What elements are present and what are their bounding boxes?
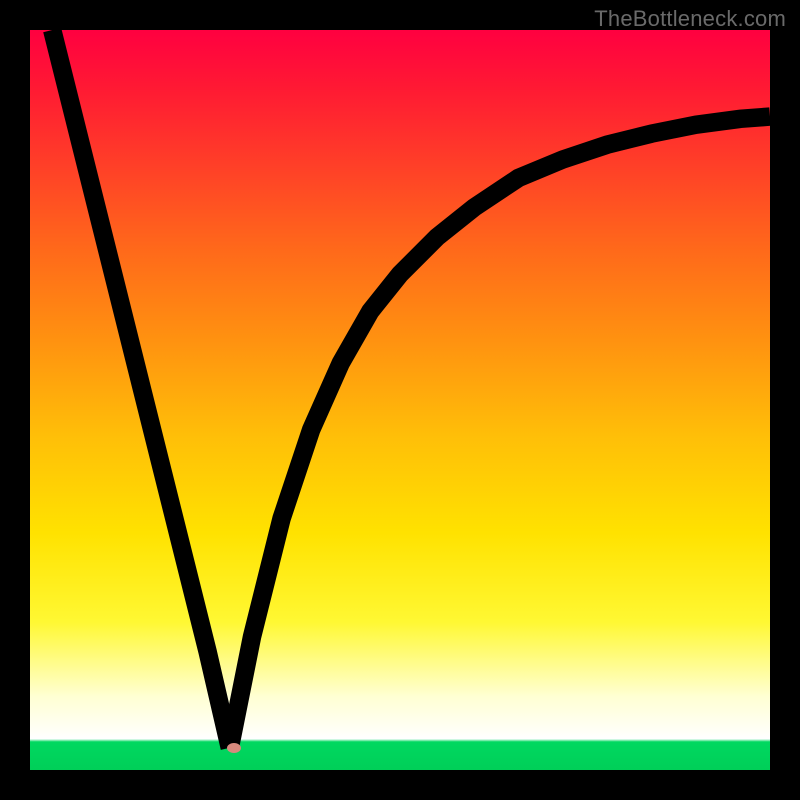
optimal-point-marker	[227, 743, 241, 753]
left-branch-line	[52, 30, 230, 748]
chart-frame: TheBottleneck.com	[0, 0, 800, 800]
right-branch-line	[230, 117, 770, 748]
watermark-text: TheBottleneck.com	[594, 6, 786, 32]
plot-area	[30, 30, 770, 770]
bottleneck-curve	[30, 30, 770, 770]
